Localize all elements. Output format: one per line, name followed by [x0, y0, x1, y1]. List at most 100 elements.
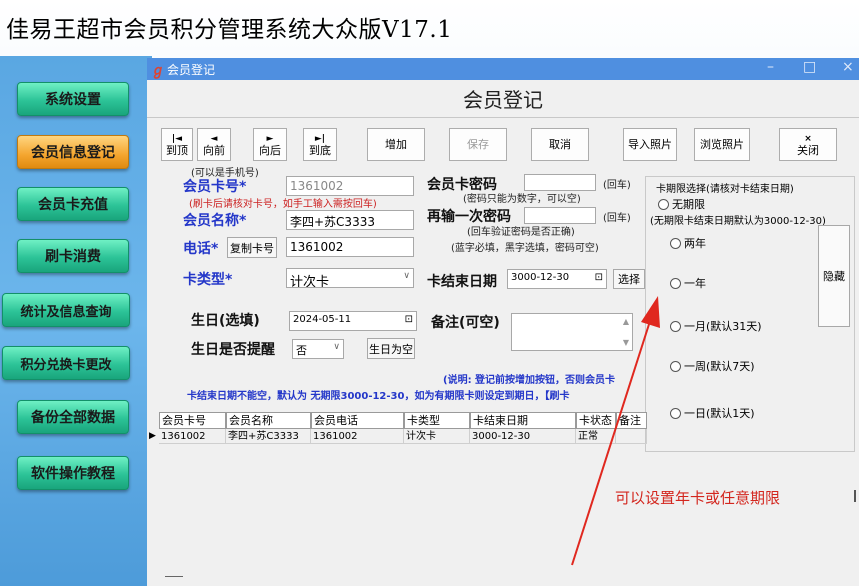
last-record-button[interactable]: ►| 到底	[303, 128, 337, 161]
close-label: 关闭	[797, 143, 819, 157]
nav-points-exchange[interactable]: 积分兑换卡更改	[2, 346, 130, 380]
table-cell[interactable]: 1361002	[159, 429, 226, 444]
birthday-clear-button[interactable]: 生日为空	[367, 338, 415, 359]
nav-card-recharge[interactable]: 会员卡充值	[17, 187, 129, 221]
prev-label: 向前	[203, 143, 225, 157]
birthday-label: 生日(选填)	[191, 313, 260, 329]
column-header[interactable]: 卡类型	[404, 412, 470, 429]
table-cell[interactable]: 1361002	[311, 429, 404, 444]
remark-input[interactable]: ▲ ▼	[511, 313, 633, 351]
birthday-input[interactable]: 2024-05-11 ⊡	[289, 311, 417, 331]
end-date-input[interactable]: 3000-12-30 ⊡	[507, 269, 607, 289]
window-titlebar: ℊ 会员登记 – □ ×	[147, 58, 859, 80]
window-close-icon[interactable]: ×	[842, 59, 854, 75]
nav-tutorial[interactable]: 软件操作教程	[17, 456, 129, 490]
pwd-input[interactable]	[524, 174, 596, 191]
scroll-up-icon[interactable]: ▲	[623, 317, 629, 326]
card-no-note: (刷卡后请核对卡号，如手工输入需按回车)	[189, 199, 377, 210]
app-title: 佳易王超市会员积分管理系统大众版V17.1	[6, 17, 453, 43]
table-cell[interactable]: 3000-12-30	[470, 429, 576, 444]
column-header[interactable]: 备注	[616, 412, 647, 429]
prev-record-button[interactable]: ◄ 向前	[197, 128, 231, 161]
radio-unlimited-label: 无期限	[672, 198, 705, 211]
first-record-button[interactable]: |◄ 到顶	[161, 128, 193, 161]
close-button[interactable]: × 关闭	[779, 128, 837, 161]
radio-one-month-label: 一月(默认31天)	[684, 320, 762, 333]
nav-stats-query[interactable]: 统计及信息查询	[2, 293, 130, 327]
save-button[interactable]: 保存	[449, 128, 507, 161]
phone-label: 电话*	[183, 241, 219, 257]
radio-circle	[670, 237, 681, 249]
maximize-icon[interactable]: □	[803, 59, 816, 75]
column-header[interactable]: 会员名称	[226, 412, 311, 429]
last-icon: ►|	[314, 133, 326, 144]
first-label: 到顶	[166, 143, 188, 157]
radio-one-day[interactable]: 一日(默认1天)	[670, 405, 755, 421]
annotation-text: 可以设置年卡或任意期限	[615, 489, 781, 507]
explain-line2: 卡结束日期不能空，默认为 无期限3000-12-30，如为有期限卡则设定到期日，…	[187, 391, 570, 402]
prev-icon: ◄	[210, 133, 218, 144]
radio-two-year[interactable]: 两年	[670, 235, 706, 251]
card-no-input[interactable]: 1361002	[286, 176, 414, 196]
name-label: 会员名称*	[183, 213, 247, 229]
column-header[interactable]: 卡状态	[576, 412, 616, 429]
nav-system-settings[interactable]: 系统设置	[17, 82, 129, 116]
end-date-label: 卡结束日期	[427, 274, 497, 290]
hide-button[interactable]: 隐藏	[818, 225, 850, 327]
period-title: 卡期限选择(请核对卡结束日期)	[656, 184, 794, 195]
minimize-icon[interactable]: –	[767, 59, 774, 75]
last-label: 到底	[309, 143, 331, 157]
cancel-button[interactable]: 取消	[531, 128, 589, 161]
app-logo-icon: ℊ	[151, 63, 165, 79]
table-cell[interactable]: 正常	[576, 429, 616, 444]
copy-card-button[interactable]: 复制卡号	[227, 237, 277, 258]
birthday-remind-value: 否	[296, 344, 307, 357]
end-date-value: 3000-12-30	[511, 272, 570, 283]
window-title: 会员登记	[167, 63, 216, 77]
unlimited-note: (无期限卡结束日期默认为3000-12-30)	[650, 216, 826, 227]
import-photo-button[interactable]: 导入照片	[623, 128, 677, 161]
explain-line1: (说明: 登记前按增加按钮，否则会员卡	[443, 375, 616, 386]
next-icon: ►	[266, 133, 274, 144]
radio-circle	[670, 407, 681, 419]
form-area: 会员登记 |◄ 到顶 ◄ 向前 ► 向后 ►| 到底 增加 保存 取消 导入照片…	[147, 80, 859, 586]
add-button[interactable]: 增加	[367, 128, 425, 161]
birthday-value: 2024-05-11	[293, 314, 352, 325]
nav-backup-data[interactable]: 备份全部数据	[17, 400, 129, 434]
card-type-value: 计次卡	[290, 275, 330, 288]
browse-photo-button[interactable]: 浏览照片	[694, 128, 750, 161]
table-cell[interactable]: 李四+苏C3333	[226, 429, 311, 444]
nav-swipe-consume[interactable]: 刷卡消费	[17, 239, 129, 273]
select-date-button[interactable]: 选择	[613, 269, 645, 289]
next-record-button[interactable]: ► 向后	[253, 128, 287, 161]
radio-one-month[interactable]: 一月(默认31天)	[670, 318, 762, 334]
form-heading: 会员登记	[147, 80, 859, 118]
radio-one-week-label: 一周(默认7天)	[684, 360, 755, 373]
period-group: 卡期限选择(请核对卡结束日期) 无期限 (无期限卡结束日期默认为3000-12-…	[645, 176, 855, 452]
radio-one-week[interactable]: 一周(默认7天)	[670, 358, 755, 374]
chevron-down-icon: ∨	[333, 342, 340, 352]
table-cell[interactable]: 计次卡	[404, 429, 470, 444]
table-cell[interactable]	[616, 429, 647, 444]
radio-unlimited[interactable]: 无期限	[658, 196, 705, 212]
pwd2-input[interactable]	[524, 207, 596, 224]
column-header[interactable]: 会员电话	[311, 412, 404, 429]
card-type-select[interactable]: 计次卡 ∨	[286, 268, 414, 288]
name-input[interactable]: 李四+苏C3333	[286, 210, 414, 230]
radio-two-year-label: 两年	[684, 237, 706, 250]
scroll-down-icon[interactable]: ▼	[623, 338, 629, 347]
radio-one-year-label: 一年	[684, 277, 706, 290]
birthday-remind-select[interactable]: 否 ∨	[292, 339, 344, 359]
nav-member-register[interactable]: 会员信息登记	[17, 135, 129, 169]
next-label: 向后	[259, 143, 281, 157]
column-header[interactable]: 会员卡号	[159, 412, 226, 429]
close-icon: ×	[804, 133, 812, 144]
radio-circle	[658, 198, 669, 210]
radio-circle	[670, 277, 681, 289]
calendar-icon: ⊡	[594, 272, 603, 283]
phone-input[interactable]: 1361002	[286, 237, 414, 257]
pwd2-enter-hint: (回车)	[603, 213, 631, 224]
pwd2-note: (回车验证密码是否正确)	[467, 227, 575, 238]
column-header[interactable]: 卡结束日期	[470, 412, 576, 429]
radio-one-year[interactable]: 一年	[670, 275, 706, 291]
